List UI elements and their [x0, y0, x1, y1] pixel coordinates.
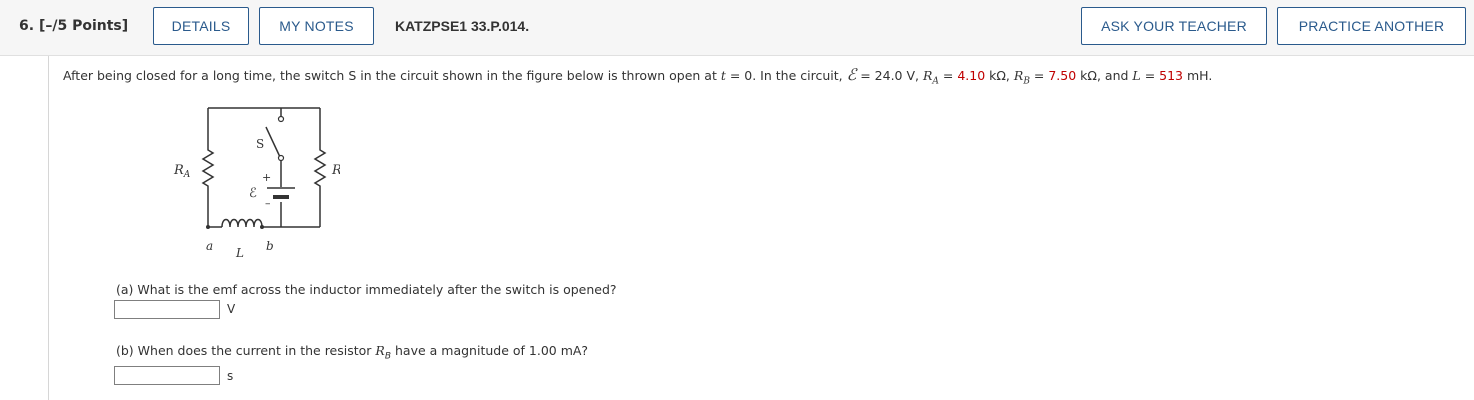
question-b: (b) When does the current in the resisto… — [116, 343, 588, 362]
question-b-post: have a magnitude of 1.00 mA? — [391, 343, 589, 358]
question-b-resistor: R — [375, 343, 385, 358]
circuit-figure: RA RB a b L S ℰ + – — [173, 107, 340, 260]
problem-intro: After being closed for a long time, the … — [63, 68, 721, 83]
l-unit: mH. — [1183, 68, 1213, 83]
my-notes-button[interactable]: MY NOTES — [259, 7, 374, 45]
rb-unit: kΩ, and — [1076, 68, 1133, 83]
question-header: 6. [–/5 Points] DETAILS MY NOTES KATZPSE… — [0, 0, 1474, 56]
points-label: [–/5 Points] — [38, 18, 129, 34]
answer-a-unit: V — [227, 302, 236, 316]
practice-another-button[interactable]: PRACTICE ANOTHER — [1277, 7, 1466, 45]
battery-plus: + — [262, 171, 271, 184]
battery-minus: – — [265, 197, 271, 210]
rb-subscript: B — [1023, 76, 1030, 87]
problem-code: KATZPSE1 33.P.014. — [395, 18, 530, 34]
emf-figure-label: ℰ — [249, 186, 257, 201]
ra-resistor — [201, 108, 215, 227]
left-border — [48, 56, 49, 400]
rb-label: R — [1013, 68, 1024, 83]
l-equals: = — [1140, 68, 1160, 83]
question-number: 6. — [19, 18, 35, 34]
ask-your-teacher-button[interactable]: ASK YOUR TEACHER — [1081, 7, 1267, 45]
answer-b-input[interactable] — [114, 366, 220, 385]
switch-blade — [265, 126, 281, 158]
emf-value: = 24.0 V, — [856, 68, 923, 83]
node-a-label: a — [206, 239, 213, 253]
ra-value: 4.10 — [957, 68, 986, 83]
node-b-label: b — [266, 239, 274, 253]
emf-symbol: ℰ — [846, 65, 857, 84]
rb-value: 7.50 — [1048, 68, 1077, 83]
rb-resistor — [313, 108, 327, 227]
node-b-dot — [260, 225, 264, 229]
l-label: L — [1132, 68, 1141, 83]
question-a: (a) What is the emf across the inductor … — [116, 282, 617, 297]
switch-contact-top — [277, 115, 285, 123]
inductor-coil — [221, 218, 263, 228]
switch-contact-bottom — [277, 154, 285, 162]
ra-figure-label: RA — [173, 163, 191, 180]
rb-equals: = — [1029, 68, 1049, 83]
answer-b-unit: s — [227, 369, 234, 383]
inductor-label: L — [235, 246, 244, 260]
problem-statement: After being closed for a long time, the … — [63, 65, 1212, 87]
ra-equals: = — [938, 68, 958, 83]
details-button[interactable]: DETAILS — [153, 7, 249, 45]
battery-short-plate — [273, 195, 289, 199]
ra-unit: kΩ, — [985, 68, 1014, 83]
l-value: 513 — [1159, 68, 1183, 83]
time-value: = 0. In the circuit, — [725, 68, 847, 83]
switch-label: S — [256, 137, 264, 151]
question-number-label: 6. [–/5 Points] — [19, 18, 128, 34]
answer-a-input[interactable] — [114, 300, 220, 319]
rb-figure-label: RB — [331, 163, 340, 180]
ra-label: R — [922, 68, 933, 83]
node-a-dot — [206, 225, 210, 229]
question-b-pre: (b) When does the current in the resisto… — [116, 343, 376, 358]
